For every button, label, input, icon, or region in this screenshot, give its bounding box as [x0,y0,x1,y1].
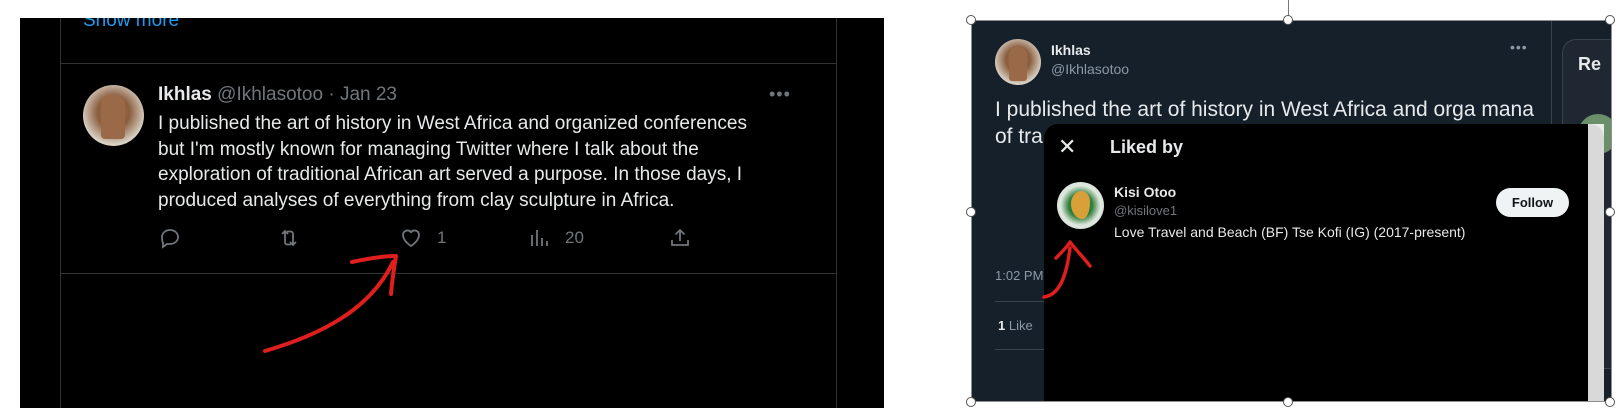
resize-handle[interactable] [1283,397,1293,407]
sidebar-card-title: Re [1578,54,1602,74]
annotation-arrow-right [1042,240,1092,299]
avatar[interactable] [995,39,1041,85]
liker-bio: Love Travel and Beach (BF) Tse Kofi (IG)… [1114,224,1466,240]
resize-handle[interactable] [966,397,976,407]
scrollbar[interactable] [1588,124,1604,401]
resize-handle[interactable] [1283,15,1293,25]
liker-display-name[interactable]: Kisi Otoo [1114,184,1176,200]
likes-summary[interactable]: 1 Like [998,318,1033,333]
liker-handle[interactable]: @kisilove1 [1114,203,1177,218]
modal-title: Liked by [1110,137,1184,157]
resize-handle[interactable] [1605,397,1615,407]
likes-label: Like [1008,318,1033,333]
resize-handle[interactable] [966,207,976,217]
resize-handle[interactable] [1605,207,1615,217]
annotation-arrow-left [263,254,398,353]
more-icon[interactable]: ••• [1510,39,1528,55]
follow-button[interactable]: Follow [1496,188,1569,217]
likes-count: 1 [998,318,1006,333]
handle[interactable]: @Ikhlasotoo [1051,61,1129,77]
resize-handle[interactable] [966,15,976,25]
close-icon[interactable]: ✕ [1058,134,1076,160]
display-name[interactable]: Ikhlas [1051,42,1091,58]
resize-handle[interactable] [1605,15,1615,25]
liked-by-modal: ✕ Liked by Kisi Otoo @kisilove1 Love Tra… [1044,124,1604,401]
